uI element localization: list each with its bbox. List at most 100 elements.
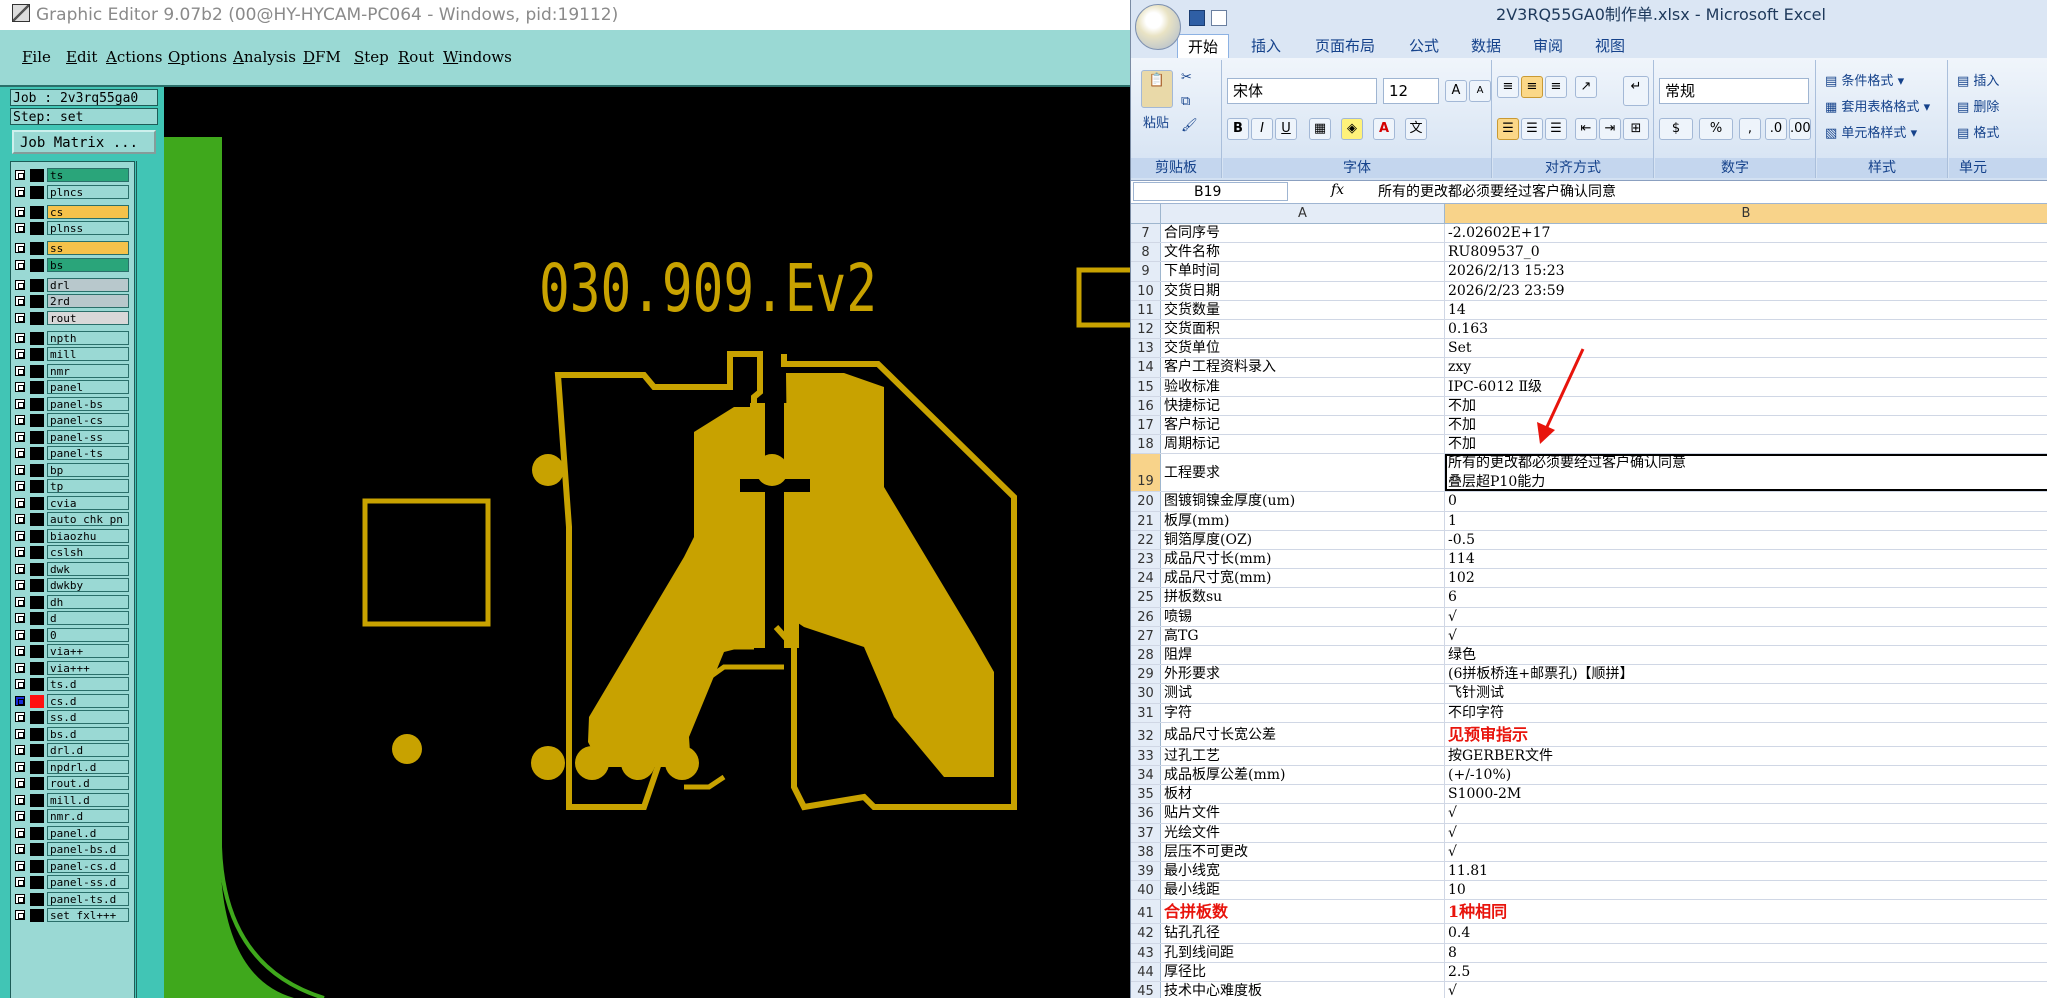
layer-row[interactable]: bs.d bbox=[15, 726, 140, 741]
layer-checkbox[interactable] bbox=[15, 332, 25, 343]
layer-name[interactable]: mill.d bbox=[47, 792, 129, 807]
align-top-icon[interactable]: ≡ bbox=[1497, 76, 1519, 98]
delete-cells-button[interactable]: ▤ 删除 bbox=[1957, 96, 1999, 115]
tab-formulas[interactable]: 公式 bbox=[1399, 34, 1449, 58]
layer-name[interactable]: mill bbox=[47, 347, 129, 361]
layer-checkbox[interactable] bbox=[15, 893, 25, 904]
layer-checkbox[interactable] bbox=[15, 728, 25, 739]
layer-name[interactable]: cslsh bbox=[47, 545, 129, 559]
layer-checkbox[interactable] bbox=[15, 580, 25, 590]
layer-name[interactable]: cvia bbox=[47, 495, 129, 510]
layer-row[interactable]: 2rd bbox=[15, 294, 140, 308]
layer-row[interactable]: panel-bs.d bbox=[15, 842, 140, 856]
layer-row[interactable]: nmr bbox=[15, 363, 140, 378]
layer-name[interactable]: cs.d bbox=[47, 693, 129, 708]
layer-row[interactable]: cslsh bbox=[15, 545, 140, 559]
merge-center-icon[interactable]: ⊞ bbox=[1623, 118, 1649, 140]
layer-checkbox[interactable] bbox=[15, 243, 25, 253]
layer-checkbox[interactable] bbox=[15, 679, 25, 689]
underline-icon[interactable]: U bbox=[1275, 118, 1297, 140]
layer-checkbox[interactable] bbox=[15, 514, 25, 524]
layer-row[interactable]: nmr.d bbox=[15, 809, 140, 823]
menu-rout[interactable]: Rout bbox=[398, 48, 434, 66]
layer-checkbox[interactable] bbox=[15, 910, 25, 920]
layer-name[interactable]: ts bbox=[47, 168, 129, 182]
layer-row[interactable]: d bbox=[15, 611, 140, 625]
menu-file[interactable]: File bbox=[22, 48, 51, 66]
layer-name[interactable]: via+++ bbox=[47, 660, 129, 675]
layer-checkbox[interactable] bbox=[15, 844, 25, 854]
layer-checkbox[interactable] bbox=[15, 170, 25, 180]
currency-format-icon[interactable]: $ bbox=[1659, 118, 1693, 140]
graphics-canvas[interactable]: 030.909.Ev2 bbox=[164, 87, 1130, 998]
name-box[interactable]: B19 bbox=[1133, 182, 1288, 201]
layer-name[interactable]: panel.d bbox=[47, 825, 129, 840]
layer-row[interactable]: panel-cs.d bbox=[15, 858, 140, 873]
layer-row[interactable]: ts.d bbox=[15, 677, 140, 691]
font-color-icon[interactable]: A bbox=[1373, 118, 1395, 140]
layer-checkbox[interactable] bbox=[15, 613, 25, 623]
comma-style-icon[interactable]: , bbox=[1739, 118, 1761, 140]
layer-name[interactable]: 2rd bbox=[47, 294, 129, 308]
layer-name[interactable]: panel bbox=[47, 380, 129, 394]
decrease-indent-icon[interactable]: ⇤ bbox=[1575, 118, 1597, 140]
qat-customize-icon[interactable] bbox=[1233, 10, 1243, 26]
layer-checkbox[interactable] bbox=[15, 646, 25, 656]
conditional-formatting-button[interactable]: ▤ 条件格式 ▾ bbox=[1825, 70, 1904, 89]
layer-checkbox[interactable] bbox=[15, 547, 25, 557]
layer-checkbox[interactable] bbox=[15, 811, 25, 821]
bold-icon[interactable]: B bbox=[1227, 118, 1249, 140]
layer-row[interactable]: plncs bbox=[15, 184, 140, 199]
layer-name[interactable]: panel-ts.d bbox=[47, 891, 129, 906]
layer-row[interactable]: drl bbox=[15, 277, 140, 292]
layer-name[interactable]: drl bbox=[47, 277, 129, 292]
layer-name[interactable]: cs bbox=[47, 204, 129, 219]
layer-row[interactable]: dwk bbox=[15, 561, 140, 576]
layer-name[interactable]: plnss bbox=[47, 221, 129, 235]
menu-edit[interactable]: Edit bbox=[66, 48, 97, 66]
layer-name[interactable]: ss bbox=[47, 241, 129, 255]
layer-row[interactable]: ts bbox=[15, 168, 140, 182]
layer-row[interactable]: cs bbox=[15, 204, 140, 219]
layer-row[interactable]: biaozhu bbox=[15, 528, 140, 543]
format-painter-icon[interactable]: 🖌 bbox=[1181, 118, 1198, 133]
layer-name[interactable]: ts.d bbox=[47, 677, 129, 691]
font-size-select[interactable]: 12 bbox=[1383, 78, 1439, 104]
layer-name[interactable]: rout.d bbox=[47, 776, 129, 790]
layer-row[interactable]: rout.d bbox=[15, 776, 140, 790]
layer-checkbox[interactable] bbox=[15, 398, 25, 409]
layer-row[interactable]: dwkby bbox=[15, 578, 140, 592]
layer-name[interactable]: 0 bbox=[47, 627, 129, 642]
layer-checkbox[interactable] bbox=[15, 827, 25, 838]
layer-name[interactable]: panel-ss.d bbox=[47, 875, 129, 889]
layer-checkbox[interactable] bbox=[15, 877, 25, 887]
tab-insert[interactable]: 插入 bbox=[1241, 34, 1291, 58]
save-icon[interactable] bbox=[1189, 10, 1205, 26]
job-matrix-button[interactable]: Job Matrix ... bbox=[12, 130, 156, 154]
layer-checkbox[interactable] bbox=[15, 279, 25, 290]
layer-name[interactable]: panel-cs.d bbox=[47, 858, 129, 873]
layer-name[interactable]: auto_chk_pn bbox=[47, 512, 129, 526]
menu-analysis[interactable]: Analysis bbox=[233, 48, 296, 66]
layer-row[interactable]: panel bbox=[15, 380, 140, 394]
layer-name[interactable]: panel-cs bbox=[47, 413, 129, 427]
layer-checkbox[interactable] bbox=[15, 464, 25, 475]
increase-indent-icon[interactable]: ⇥ bbox=[1599, 118, 1621, 140]
layer-checkbox[interactable] bbox=[15, 206, 25, 217]
layer-name[interactable]: nmr bbox=[47, 363, 129, 378]
layer-name[interactable]: panel-ts bbox=[47, 446, 129, 460]
align-center-icon[interactable]: ☰ bbox=[1521, 118, 1543, 140]
tab-review[interactable]: 审阅 bbox=[1523, 34, 1573, 58]
format-as-table-button[interactable]: ▦ 套用表格格式 ▾ bbox=[1825, 96, 1930, 115]
wrap-text-icon[interactable]: ↵ bbox=[1623, 76, 1649, 106]
layer-name[interactable]: bs.d bbox=[47, 726, 129, 741]
layer-checkbox[interactable] bbox=[15, 695, 25, 706]
number-format-select[interactable]: 常规 bbox=[1659, 78, 1809, 104]
layer-name[interactable]: panel-bs.d bbox=[47, 842, 129, 856]
menu-actions[interactable]: Actions bbox=[106, 48, 162, 66]
tab-data[interactable]: 数据 bbox=[1461, 34, 1511, 58]
phonetic-icon[interactable]: 文 bbox=[1405, 118, 1427, 140]
layer-row[interactable]: drl.d bbox=[15, 743, 140, 757]
formula-input[interactable]: 所有的更改都必须要经过客户确认同意 bbox=[1378, 182, 1616, 202]
layer-row[interactable]: panel.d bbox=[15, 825, 140, 840]
